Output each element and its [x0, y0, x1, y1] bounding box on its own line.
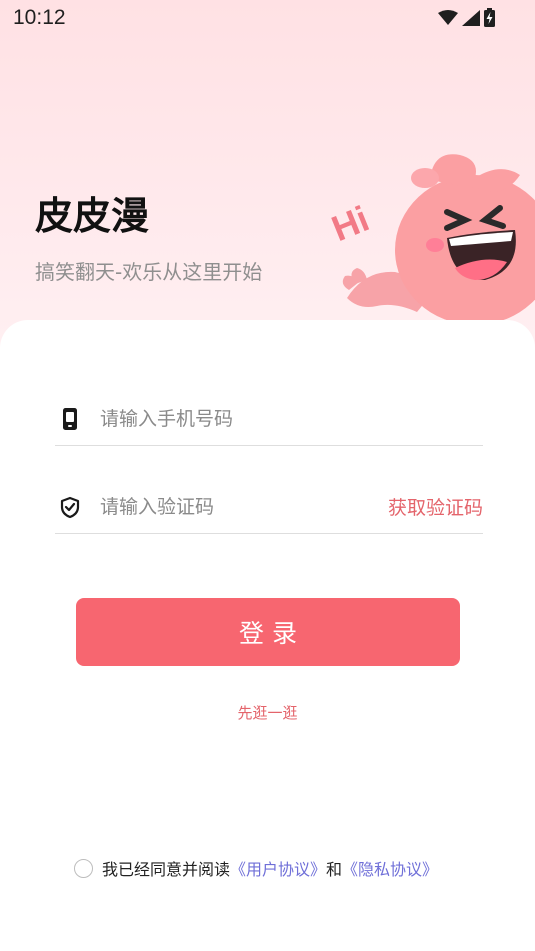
wifi-icon [438, 9, 458, 25]
verification-code-input[interactable] [98, 489, 382, 525]
phone-input[interactable] [98, 401, 382, 437]
status-bar: 10:12 [0, 0, 535, 40]
app-slogan: 搞笑翻天-欢乐从这里开始 [35, 260, 263, 284]
status-icons [438, 8, 495, 27]
privacy-policy-link[interactable]: 《隐私协议》 [342, 856, 438, 880]
agreement-and: 和 [326, 860, 343, 879]
battery-charging-icon [484, 8, 495, 27]
verification-code-field: 获取验证码 [55, 483, 483, 534]
phone-icon [63, 408, 77, 430]
status-time: 10:12 [13, 6, 66, 29]
phone-field [55, 395, 483, 446]
agreement-prefix: 我已经同意并阅读 [102, 860, 231, 879]
mascot-illustration: Hi [326, 154, 535, 325]
login-button[interactable]: 登录 [76, 598, 460, 666]
user-agreement-link[interactable]: 《用户协议》 [230, 856, 326, 880]
get-code-button[interactable]: 获取验证码 [388, 493, 483, 520]
browse-first-link[interactable]: 先逛一逛 [0, 702, 535, 723]
agreement-row: 我已经同意并阅读 《用户协议》 和 《隐私协议》 [74, 855, 438, 881]
mascot-hi-text: Hi [326, 198, 375, 250]
signal-icon [462, 9, 480, 26]
agreement-checkbox[interactable] [74, 858, 93, 878]
shield-check-icon [60, 496, 80, 519]
app-title: 皮皮漫 [35, 194, 150, 238]
